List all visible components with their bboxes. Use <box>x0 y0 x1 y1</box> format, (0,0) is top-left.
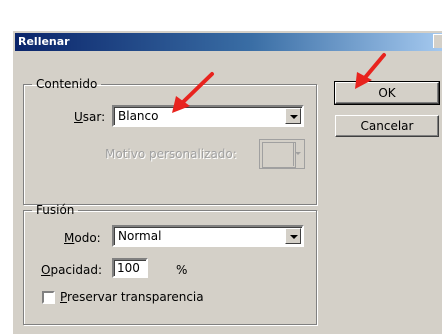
annotation-arrow-ok <box>355 53 386 89</box>
title-close-button[interactable] <box>433 34 442 48</box>
